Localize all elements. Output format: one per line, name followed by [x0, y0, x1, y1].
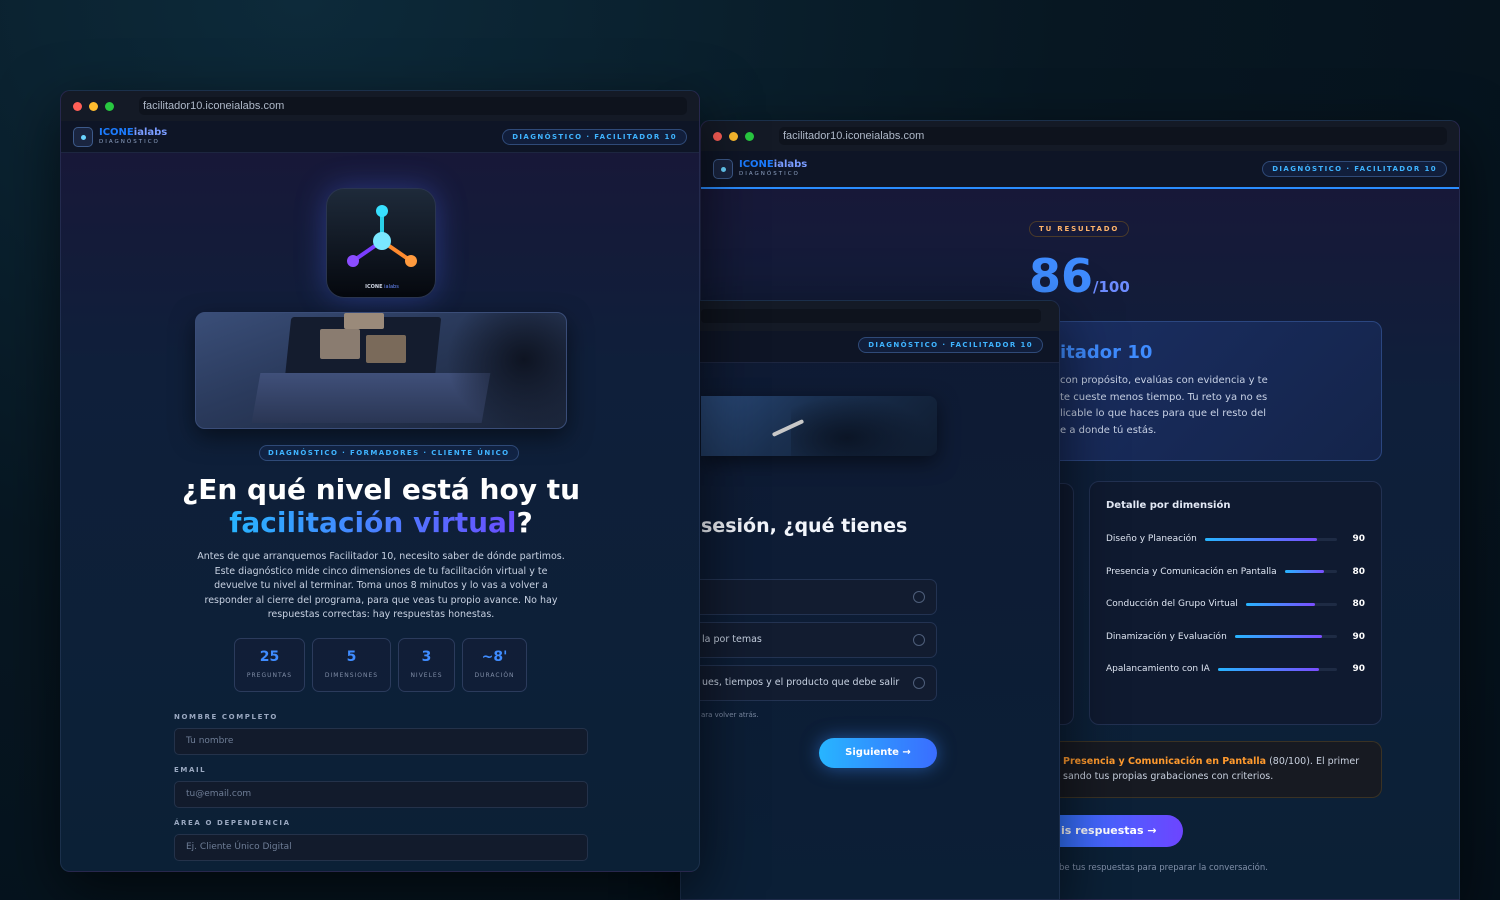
detail-title: Detalle por dimensión [1106, 500, 1231, 511]
intro-title: ¿En qué nivel está hoy tu facilitación v… [181, 473, 581, 539]
dimension-bar-fill [1284, 570, 1325, 574]
url-bar[interactable]: facilitador10.iconeialabs.com [139, 97, 687, 115]
app-header: ICONEialabs DIAGNÓSTICO DIAGNÓSTICO · FA… [701, 151, 1459, 189]
chrome-strip [681, 301, 1059, 331]
dimension-list: Diseño y Planeación 90 Presencia y Comunic… [1106, 523, 1365, 686]
score-value: 86 [1029, 249, 1094, 303]
url-bar[interactable]: facilitador10.iconeialabs.com [779, 127, 1447, 145]
dimension-score: 80 [1352, 599, 1365, 610]
dimension-bar [1204, 537, 1338, 541]
app-header: ICONEialabs DIAGNÓSTICO DIAGNÓSTICO · FA… [61, 121, 699, 153]
dimension-name: Diseño y Planeación [1106, 534, 1197, 545]
email-label: EMAIL [174, 766, 207, 774]
intro-body: Antes de que arranquemos Facilitador 10,… [197, 551, 565, 621]
answer-option[interactable] [681, 579, 937, 615]
dimension-row: Diseño y Planeación 90 [1106, 523, 1365, 556]
answer-option[interactable]: ues, tiempos y el producto que debe sali… [681, 665, 937, 701]
maximize-dot[interactable] [105, 101, 114, 111]
email-input[interactable]: tu@email.com [174, 781, 588, 808]
name-input[interactable]: Tu nombre [174, 728, 588, 755]
question-hint: ara volver atrás. [701, 711, 759, 719]
result-tag: TU RESULTADO [1029, 221, 1130, 237]
score-max: /100 [1093, 278, 1130, 296]
browser-chrome: facilitador10.iconeialabs.com [61, 91, 699, 121]
dimension-bar [1245, 602, 1338, 606]
dimension-score: 90 [1352, 631, 1365, 642]
hero-image [195, 312, 567, 429]
header-pill: DIAGNÓSTICO · FACILITADOR 10 [1262, 161, 1447, 177]
stats-row: 25 PREGUNTAS 5 DIMENSIONES 3 NIVELES ~8' DUR… [234, 638, 527, 692]
dimension-score: 80 [1352, 566, 1365, 577]
dimension-score: 90 [1352, 534, 1365, 545]
dimension-row: Presencia y Comunicación en Pantalla 80 [1106, 556, 1365, 589]
rec-strong: Presencia y Comunicación en Pantalla [1063, 756, 1267, 767]
app-icon-label: ICONE ialabs [365, 284, 399, 290]
question-window: DIAGNÓSTICO · FACILITADOR 10 sesión, ¿qu… [680, 300, 1060, 900]
close-dot[interactable] [713, 131, 722, 141]
question-header: DIAGNÓSTICO · FACILITADOR 10 [681, 331, 1059, 363]
stat-levels: 3 NIVELES [398, 638, 455, 692]
answer-option[interactable]: la por temas [681, 622, 937, 658]
browser-chrome: facilitador10.iconeialabs.com [701, 121, 1459, 151]
dimension-bar [1284, 570, 1338, 574]
question-header-pill: DIAGNÓSTICO · FACILITADOR 10 [858, 337, 1043, 353]
dimension-row: Dinamización y Evaluación 90 [1106, 621, 1365, 654]
area-input[interactable]: Ej. Cliente Único Digital [174, 834, 588, 861]
question-image [701, 396, 937, 456]
next-button[interactable]: Siguiente → [819, 738, 937, 768]
intro-window: facilitador10.iconeialabs.com ICONEialab… [60, 90, 700, 872]
level-title: itador 10 [1060, 342, 1153, 363]
name-label: NOMBRE COMPLETO [174, 713, 278, 721]
maximize-dot[interactable] [745, 131, 754, 141]
level-text: con propósito, evalúas con evidencia y t… [1060, 375, 1268, 436]
answers-button[interactable]: is respuestas → [1041, 815, 1183, 847]
dimension-bar-fill [1217, 667, 1320, 671]
radio-icon[interactable] [913, 634, 925, 646]
stat-duration: ~8' DURACIÓN [462, 638, 527, 692]
dimension-detail-card: Detalle por dimensión Diseño y Planeació… [1089, 481, 1382, 725]
minimize-dot[interactable] [89, 101, 98, 111]
close-dot[interactable] [73, 101, 82, 111]
brand[interactable]: ICONEialabs DIAGNÓSTICO [99, 127, 167, 146]
brand-logo-icon [713, 159, 733, 179]
dimension-name: Apalancamiento con IA [1106, 664, 1210, 675]
footnote: be tus respuestas para preparar la conve… [1059, 863, 1268, 873]
area-label: ÁREA O DEPENDENCIA [174, 819, 291, 827]
dimension-bar-fill [1204, 537, 1318, 541]
dimension-bar [1234, 635, 1338, 639]
level-card: itador 10 con propósito, evalúas con evi… [1041, 321, 1382, 461]
score: 86/100 [1029, 249, 1130, 303]
radio-icon[interactable] [913, 591, 925, 603]
intro-tag: DIAGNÓSTICO · FORMADORES · CLIENTE ÚNICO [259, 445, 519, 461]
minimize-dot[interactable] [729, 131, 738, 141]
intro-form: NOMBRE COMPLETO Tu nombre EMAIL tu@email… [174, 713, 588, 861]
brand[interactable]: ICONEialabs DIAGNÓSTICO [739, 160, 807, 178]
recommendation-card: Presencia y Comunicación en Pantalla (80… [1041, 741, 1382, 798]
dimension-bar-fill [1234, 635, 1322, 639]
dimension-name: Presencia y Comunicación en Pantalla [1106, 566, 1277, 577]
dimension-row: Conducción del Grupo Virtual 80 [1106, 588, 1365, 621]
dimension-bar [1217, 667, 1338, 671]
header-pill: DIAGNÓSTICO · FACILITADOR 10 [502, 128, 687, 145]
app-icon: ICONE ialabs [326, 188, 436, 298]
question-title: sesión, ¿qué tienes [701, 515, 908, 537]
dimension-name: Dinamización y Evaluación [1106, 631, 1227, 642]
dimension-row: Apalancamiento con IA 90 [1106, 653, 1365, 686]
brand-logo-icon [73, 126, 93, 147]
stat-questions: 25 PREGUNTAS [234, 638, 305, 692]
radio-icon[interactable] [913, 677, 925, 689]
dimension-name: Conducción del Grupo Virtual [1106, 599, 1238, 610]
molecule-icon [347, 205, 417, 267]
dimension-bar-fill [1245, 602, 1315, 606]
dimension-score: 90 [1352, 664, 1365, 675]
stat-dimensions: 5 DIMENSIONES [312, 638, 391, 692]
